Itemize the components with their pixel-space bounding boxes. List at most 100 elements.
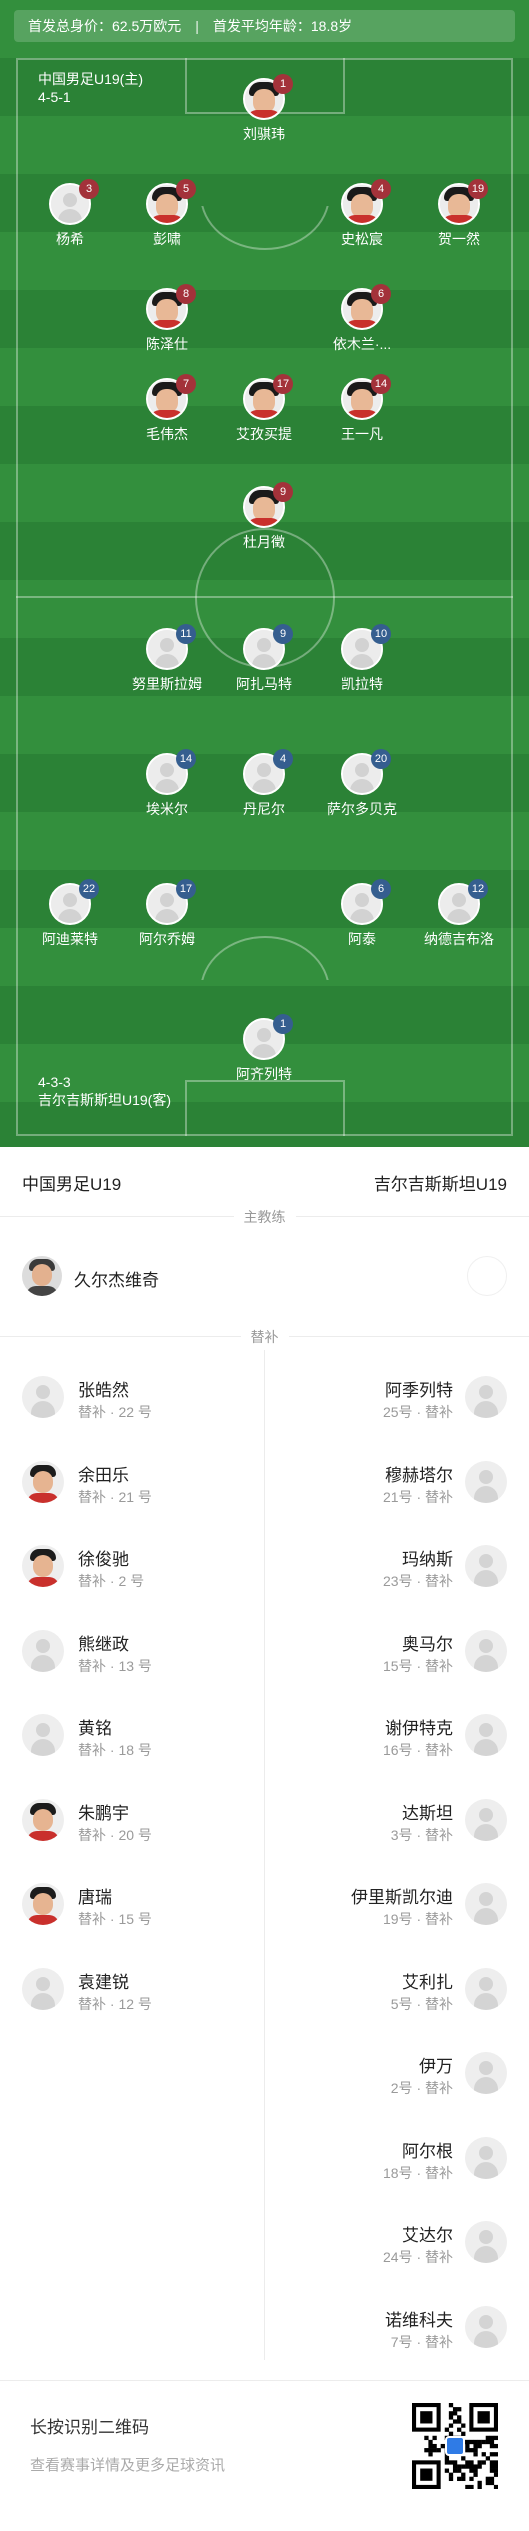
home-player-3[interactable]: 5 彭啸 [117,179,217,249]
away-team-name: 吉尔吉斯斯坦U19(客) [38,1092,172,1108]
away-formation: 4-3-3 [38,1074,71,1090]
sub-meta: 21号 · 替补 [382,1488,453,1505]
home-player-4[interactable]: 4 史松宸 [312,179,412,249]
away-sub-row[interactable]: 玛纳斯 23号 · 替补 [265,1539,529,1609]
away-player-6[interactable]: 20 萨尔多贝克 [312,749,412,819]
home-player-7[interactable]: 6 依木兰·... [312,284,412,354]
player-name: 陈泽仕 [146,336,188,352]
player-name: 杨希 [56,231,84,247]
sub-meta: 23号 · 替补 [382,1573,453,1589]
player-name: 凯拉特 [341,676,383,692]
sub-meta: 3号 · 替补 [390,1826,453,1843]
sub-name: 余田乐 [78,1465,129,1485]
away-player-8[interactable]: 17 阿尔乔姆 [117,879,217,949]
sub-name: 玛纳斯 [402,1550,453,1569]
subs-label-text: 替补 [240,1329,289,1345]
player-name: 萨尔多贝克 [327,801,397,817]
jersey-number-badge: 14 [176,749,196,769]
sub-avatar [465,1883,507,1925]
summary-separator: | [195,18,199,34]
sub-meta: 16号 · 替补 [382,1742,453,1758]
sub-name: 朱鹏宇 [78,1803,129,1823]
away-sub-row[interactable]: 阿尔根 18号 · 替补 [265,2131,529,2201]
away-sub-row[interactable]: 穆赫塔尔 21号 · 替补 [265,1455,529,1525]
away-sub-row[interactable]: 阿季列特 25号 · 替补 [265,1370,529,1440]
away-coach-avatar [467,1256,507,1296]
away-sub-row[interactable]: 谢伊特克 16号 · 替补 [265,1708,529,1778]
sub-avatar [22,1883,64,1925]
player-name: 王一凡 [341,426,383,442]
home-sub-row[interactable]: 黄铭 替补 · 18 号 [0,1708,264,1778]
sub-avatar [22,1376,64,1418]
sub-avatar [22,1629,64,1672]
away-player-1[interactable]: 11 努里斯拉姆 [117,624,217,694]
jersey-number-badge: 17 [273,374,293,394]
home-player-5[interactable]: 19 贺一然 [409,179,509,249]
home-player-6[interactable]: 8 陈泽仕 [117,284,217,354]
away-player-7[interactable]: 22 阿迪莱特 [20,879,120,949]
sub-name: 熊继政 [78,1634,129,1654]
home-player-8[interactable]: 7 毛伟杰 [117,374,217,444]
home-sub-row[interactable]: 张皓然 替补 · 22 号 [0,1370,264,1440]
subs-section-label: 替补 [0,1327,529,1347]
home-player-9[interactable]: 17 艾孜买提 [214,374,314,444]
home-player-2[interactable]: 3 杨希 [20,179,120,249]
home-sub-row[interactable]: 朱鹏宇 替补 · 20 号 [0,1793,264,1863]
sub-avatar [22,1967,64,2010]
away-player-11[interactable]: 1 阿齐列特 [214,1014,314,1084]
away-player-10[interactable]: 12 纳德吉布洛 [409,879,509,949]
sub-meta: 替补 · 13 号 [78,1657,152,1674]
jersey-number-badge: 11 [176,624,196,644]
home-sub-row[interactable]: 熊继政替补 · 13 号 [0,1624,264,1694]
teams-header: 中国男足U19 吉尔吉斯斯坦U19 [0,1160,529,1200]
sub-name: 达斯坦 [402,1803,453,1823]
away-player-3[interactable]: 10 凯拉特 [312,624,412,694]
away-sub-row[interactable]: 伊里斯凯尔迪 19号 · 替补 [265,1877,529,1947]
home-sub-row[interactable]: 唐瑞 替补 · 15 号 [0,1877,264,1947]
sub-avatar [465,1460,507,1503]
jersey-number-badge: 9 [273,624,293,644]
home-player-10[interactable]: 14 王一凡 [312,374,412,444]
home-player-11[interactable]: 9 杜月徵 [214,482,314,552]
away-player-5[interactable]: 4 丹尼尔 [214,749,314,819]
away-sub-row[interactable]: 达斯坦 3号 · 替补 [265,1793,529,1863]
away-player-4[interactable]: 14 埃米尔 [117,749,217,819]
home-sub-row[interactable]: 徐俊驰 替补 · 2 号 [0,1539,264,1609]
coach-section-label: 主教练 [0,1207,529,1227]
player-name: 阿扎马特 [236,676,292,692]
player-avatar: 6 [341,879,391,925]
home-sub-row[interactable]: 袁建锐 替补 · 12 号 [0,1962,264,2032]
sub-name: 张皓然 [78,1381,129,1400]
away-player-2[interactable]: 9 阿扎马特 [214,624,314,694]
player-name: 丹尼尔 [243,801,285,817]
home-team-name: 中国男足U19(主) [38,71,144,87]
away-team-label: 吉尔吉斯斯坦U19 [373,1175,507,1194]
sub-avatar [465,2221,507,2263]
home-sub-row[interactable]: 余田乐 替补 · 21 号 [0,1455,264,1525]
home-team-label: 中国男足U19 [22,1175,122,1194]
away-sub-row[interactable]: 艾达尔 24号 · 替补 [265,2215,529,2285]
away-sub-row[interactable]: 诺维科夫 7号 · 替补 [265,2300,529,2370]
away-sub-row[interactable]: 艾利扎 5号 · 替补 [265,1962,529,2032]
player-name: 毛伟杰 [146,426,188,442]
sub-name: 唐瑞 [78,1888,112,1907]
player-name: 阿尔乔姆 [139,931,195,947]
away-player-9[interactable]: 6 阿泰 [312,879,412,949]
away-sub-row[interactable]: 奥马尔 15号 · 替补 [265,1624,529,1694]
player-avatar: 5 [146,179,196,225]
player-avatar: 14 [146,749,196,795]
jersey-number-badge: 20 [371,749,391,769]
player-avatar: 17 [146,879,196,925]
sub-meta: 18号 · 替补 [382,2164,453,2181]
jersey-number-badge: 8 [176,284,196,304]
away-sub-row[interactable]: 伊万 2号 · 替补 [265,2046,529,2116]
sub-name: 阿尔根 [402,2141,453,2161]
player-avatar: 20 [341,749,391,795]
player-avatar: 6 [341,284,391,330]
jersey-number-badge: 4 [273,749,293,769]
jersey-number-badge: 5 [176,179,196,199]
qr-code[interactable] [412,2403,499,2490]
home-player-1[interactable]: 1 刘骐玮 [214,74,314,144]
sub-name: 奥马尔 [402,1634,453,1654]
sub-avatar [465,1629,507,1672]
